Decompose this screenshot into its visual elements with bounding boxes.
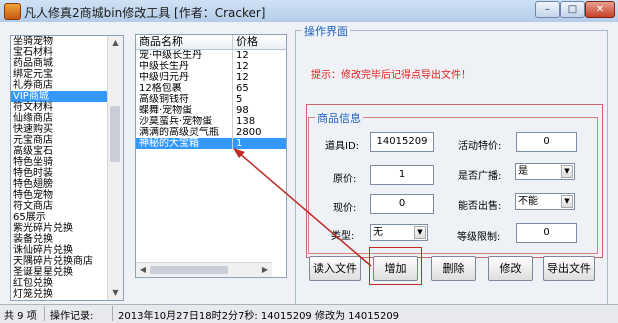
scroll-right-icon[interactable]: ▶	[258, 263, 272, 277]
level-limit-field[interactable]: 0	[516, 223, 577, 243]
product-name-cell: 高级铜钱符	[136, 94, 233, 105]
chevron-down-icon[interactable]: ▼	[414, 226, 426, 239]
type-value: 无	[373, 227, 383, 238]
read-file-button[interactable]: 读入文件	[309, 256, 361, 281]
table-row[interactable]: 中级归元丹 12	[136, 72, 286, 83]
product-name-cell: 12格包裹	[136, 83, 233, 94]
scroll-up-icon[interactable]: ▲	[108, 36, 123, 50]
product-price-cell: 1	[236, 138, 243, 149]
table-row[interactable]: 满满的高级灵气瓶 2800	[136, 127, 286, 138]
header-name[interactable]: 商品名称	[136, 35, 233, 49]
category-list[interactable]: 坐骑宠物 宝石材料 药品商城 绑定元宝 礼券商店 VIP商城 符文材料 仙缘商店 快速购买 元宝商…	[10, 35, 124, 301]
product-name-cell: 满满的高级灵气瓶	[136, 127, 233, 138]
product-name-cell: 宠·中级长生丹	[136, 50, 233, 61]
annotation-add-highlight	[369, 247, 422, 285]
window-title: 凡人修真2商城bin修改工具 [作者：Cracker]	[24, 6, 266, 20]
status-divider	[112, 306, 113, 321]
can-sell-label: 能否出售:	[458, 201, 502, 212]
item-id-label: 道具ID:	[325, 141, 360, 152]
product-table-header: 商品名称 价格	[136, 35, 286, 50]
scroll-left-icon[interactable]: ◀	[136, 263, 150, 277]
product-price-cell: 5	[236, 94, 243, 105]
main-client-area: 坐骑宠物 宝石材料 药品商城 绑定元宝 礼券商店 VIP商城 符文材料 仙缘商店 快速购买 元宝商…	[0, 22, 618, 305]
status-bar: 共 9 项 操作记录: 2013年10月27日18时2分7秒: 14015209…	[0, 304, 618, 323]
log-text: 2013年10月27日18时2分7秒: 14015209 修改为 1401520…	[118, 311, 400, 322]
product-name-cell: 沙莫蛮兵·宠物蛋	[136, 116, 233, 127]
product-price-cell: 65	[236, 83, 249, 94]
title-bar: 凡人修真2商城bin修改工具 [作者：Cracker] – □ ✕	[0, 0, 618, 23]
item-info-title: 商品信息	[315, 110, 363, 126]
level-limit-label: 等级限制:	[457, 232, 501, 243]
product-price-cell: 12	[236, 61, 249, 72]
type-label: 类型:	[331, 231, 355, 242]
product-rows: 宠·中级长生丹 12 中级长生丹 12 中级归元丹 12 12格包裹 65 高级铜钱符 5 蝶舞·宠…	[136, 50, 286, 149]
scroll-down-icon[interactable]: ▼	[108, 286, 123, 300]
category-scrollbar[interactable]: ▲ ▼	[107, 36, 123, 300]
status-divider	[44, 306, 45, 321]
product-price-cell: 2800	[236, 127, 262, 138]
hint-text: 提示：修改完毕后记得点导出文件！	[311, 70, 471, 81]
type-select[interactable]: 无 ▼	[370, 224, 428, 241]
minimize-button[interactable]: –	[535, 1, 560, 18]
orig-price-field[interactable]: 1	[370, 165, 434, 185]
header-price[interactable]: 价格	[233, 35, 272, 49]
product-name-cell: 蝶舞·宠物蛋	[136, 105, 233, 116]
app-icon	[4, 3, 21, 20]
export-file-button[interactable]: 导出文件	[543, 256, 595, 281]
log-label: 操作记录:	[50, 311, 94, 322]
product-name-cell: 中级长生丹	[136, 61, 233, 72]
table-row[interactable]: 中级长生丹 12	[136, 61, 286, 72]
chevron-down-icon[interactable]: ▼	[561, 195, 573, 208]
table-row[interactable]: 高级铜钱符 5	[136, 94, 286, 105]
can-sell-value: 不能	[518, 196, 538, 207]
product-table[interactable]: 商品名称 价格 宠·中级长生丹 12 中级长生丹 12 中级归元丹 12 12格包裹 65 高级…	[135, 34, 287, 278]
maximize-button[interactable]: □	[560, 1, 585, 18]
promo-price-label: 活动特价:	[458, 141, 502, 152]
table-row[interactable]: 宠·中级长生丹 12	[136, 50, 286, 61]
orig-price-label: 原价:	[333, 174, 357, 185]
product-price-cell: 98	[236, 105, 249, 116]
chevron-down-icon[interactable]: ▼	[561, 165, 573, 178]
delete-button[interactable]: 删除	[431, 256, 476, 281]
can-sell-select[interactable]: 不能 ▼	[515, 193, 575, 210]
modify-button[interactable]: 修改	[488, 256, 533, 281]
item-count: 共 9 项	[4, 311, 37, 322]
hscroll-thumb[interactable]	[150, 266, 228, 274]
operation-panel-title: 操作界面	[302, 23, 350, 39]
table-row[interactable]: 沙莫蛮兵·宠物蛋 138	[136, 116, 286, 127]
product-name-cell: 中级归元丹	[136, 72, 233, 83]
table-row[interactable]: 12格包裹 65	[136, 83, 286, 94]
item-id-field[interactable]: 14015209	[370, 132, 434, 152]
close-button[interactable]: ✕	[585, 1, 615, 18]
broadcast-label: 是否广播:	[458, 171, 502, 182]
broadcast-select[interactable]: 是 ▼	[515, 163, 575, 180]
table-row[interactable]: 神秘的大宝箱 1	[136, 138, 286, 149]
cur-price-field[interactable]: 0	[370, 194, 434, 214]
promo-price-field[interactable]: 0	[516, 132, 577, 152]
product-hscrollbar[interactable]: ◀ ▶	[136, 262, 272, 277]
product-price-cell: 12	[236, 72, 249, 83]
product-name-cell: 神秘的大宝箱	[136, 138, 233, 149]
broadcast-value: 是	[518, 166, 528, 177]
scroll-thumb[interactable]	[110, 106, 120, 162]
product-price-cell: 138	[236, 116, 256, 127]
product-price-cell: 12	[236, 50, 249, 61]
table-row[interactable]: 蝶舞·宠物蛋 98	[136, 105, 286, 116]
cur-price-label: 现价:	[333, 203, 357, 214]
